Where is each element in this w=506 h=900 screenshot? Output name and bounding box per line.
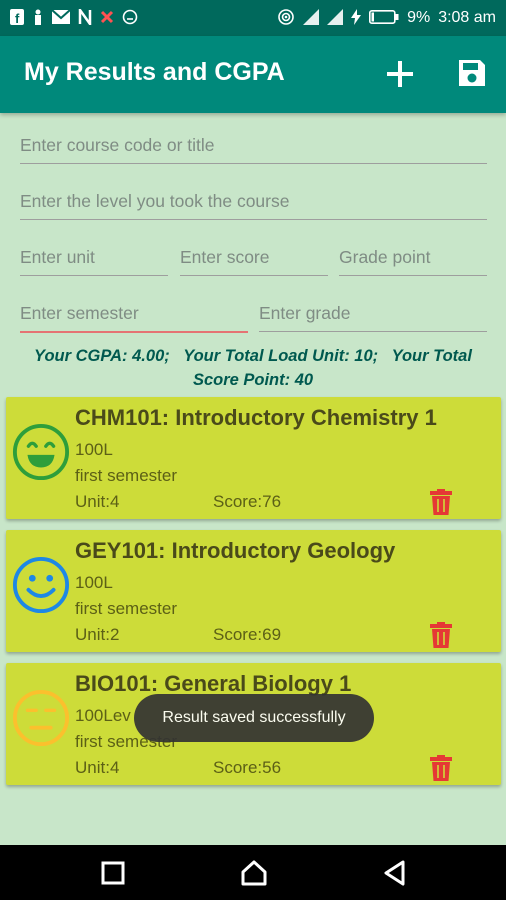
neutral-face-icon: [12, 689, 70, 747]
toast-message: Result saved successfully: [134, 694, 374, 742]
battery-percent: 9%: [407, 9, 431, 26]
battery-icon: [369, 9, 399, 27]
status-bar: f 9% 3:08 am: [0, 0, 506, 36]
unit-input-placeholder: Enter unit: [20, 247, 95, 267]
summary-line-2: Score Point: 40: [192, 371, 314, 389]
svg-text:f: f: [15, 11, 20, 25]
course-level: 100Lev: [75, 706, 131, 725]
back-triangle-icon: [384, 860, 405, 886]
smile-face-icon: [12, 556, 70, 614]
smiley-icon: [122, 9, 138, 28]
grade-input-placeholder: Enter grade: [259, 303, 351, 323]
delete-icon[interactable]: [430, 755, 452, 781]
clock: 3:08 am: [438, 9, 496, 26]
grade-point-input-placeholder: Grade point: [339, 247, 431, 267]
home-button[interactable]: [240, 859, 268, 887]
grin-face-icon: [12, 423, 70, 481]
charging-icon: [351, 8, 362, 28]
mail-icon: [51, 8, 71, 27]
recents-button[interactable]: [99, 859, 127, 887]
course-score: Score:76: [213, 492, 282, 511]
course-unit: Unit:4: [75, 758, 120, 777]
status-left-icons: f: [10, 5, 138, 28]
level-input-placeholder: Enter the level you took the course: [20, 191, 290, 211]
course-input-placeholder: Enter course code or title: [20, 135, 215, 155]
course-input[interactable]: Enter course code or title: [20, 135, 487, 164]
home-icon: [241, 860, 267, 886]
summary-line-1: Your CGPA: 4.00; Your Total Load Unit: 1…: [34, 347, 472, 365]
square-icon: [101, 861, 125, 885]
facebook-icon: f: [10, 8, 24, 28]
person-icon: [32, 9, 44, 28]
grade-input[interactable]: Enter grade: [259, 303, 487, 332]
toast-text: Result saved successfully: [162, 709, 346, 726]
x-icon: [100, 10, 114, 27]
status-right: 9% 3:08 am: [277, 8, 496, 29]
n-icon: [78, 5, 92, 28]
course-score: Score:69: [213, 625, 282, 644]
delete-icon[interactable]: [430, 622, 452, 648]
app-bar: My Results and CGPA: [0, 36, 506, 113]
system-nav-bar: [0, 845, 506, 900]
score-input-placeholder: Enter score: [180, 247, 270, 267]
course-unit: Unit:4: [75, 492, 120, 511]
app-title: My Results and CGPA: [24, 58, 285, 86]
course-unit: Unit:2: [75, 625, 120, 644]
grade-point-input[interactable]: Grade point: [339, 247, 487, 276]
signal2-icon: [327, 8, 344, 28]
back-button[interactable]: [381, 859, 409, 887]
add-icon: [387, 61, 413, 87]
course-title: CHM101: Introductory Chemistry 1: [75, 405, 437, 430]
add-button[interactable]: [384, 58, 416, 90]
hotspot-icon: [277, 8, 295, 29]
course-semester: first semester: [75, 466, 178, 485]
save-button[interactable]: [457, 58, 489, 90]
course-level: 100L: [75, 440, 113, 459]
course-card[interactable]: GEY101: Introductory Geology 100L first …: [6, 530, 501, 652]
course-semester: first semester: [75, 599, 178, 618]
semester-input[interactable]: Enter semester: [20, 303, 248, 333]
level-input[interactable]: Enter the level you took the course: [20, 191, 487, 220]
course-title: GEY101: Introductory Geology: [75, 538, 396, 563]
delete-icon[interactable]: [430, 489, 452, 515]
score-input[interactable]: Enter score: [180, 247, 328, 276]
save-icon: [459, 60, 485, 86]
unit-input[interactable]: Enter unit: [20, 247, 168, 276]
semester-input-placeholder: Enter semester: [20, 303, 139, 323]
course-score: Score:56: [213, 758, 282, 777]
signal-icon: [303, 8, 320, 28]
course-card[interactable]: CHM101: Introductory Chemistry 1 100L fi…: [6, 397, 501, 519]
course-level: 100L: [75, 573, 113, 592]
cgpa-summary: Your CGPA: 4.00; Your Total Load Unit: 1…: [10, 344, 496, 392]
